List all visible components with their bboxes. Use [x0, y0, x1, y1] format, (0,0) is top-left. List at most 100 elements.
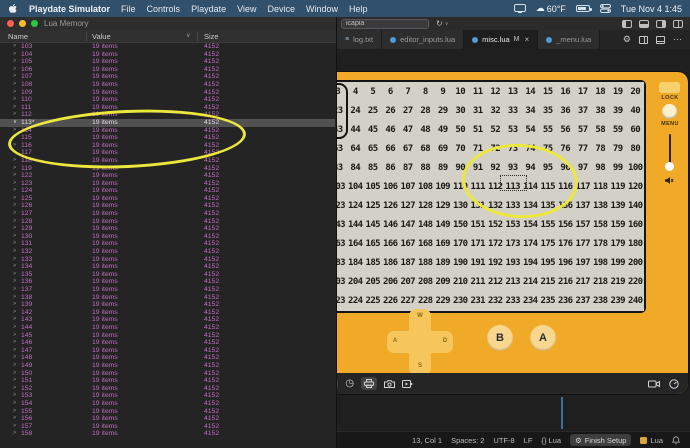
chevron-right-icon[interactable]: > [13, 81, 18, 89]
lock-button[interactable] [659, 82, 680, 93]
tab-editor_inputs.lua[interactable]: editor_inputs.lua [382, 30, 464, 49]
table-row[interactable]: >15619 items4152 [0, 415, 335, 423]
table-header[interactable]: Name Value ∨ Size [0, 30, 336, 43]
column-divider[interactable] [86, 32, 87, 41]
chevron-right-icon[interactable]: > [13, 400, 18, 408]
table-row[interactable]: >11919 items4152 [0, 165, 335, 173]
table-row[interactable]: >11419 items4152 [0, 127, 335, 135]
chevron-right-icon[interactable]: > [13, 43, 18, 51]
column-divider[interactable] [197, 32, 198, 41]
chevron-right-icon[interactable]: > [13, 332, 18, 340]
chevron-right-icon[interactable]: > [13, 157, 18, 165]
chevron-right-icon[interactable]: > [13, 377, 18, 385]
column-name[interactable]: Name [8, 32, 28, 41]
chevron-right-icon[interactable]: > [13, 210, 18, 218]
performance-gauge-icon[interactable] [669, 379, 679, 389]
table-row[interactable]: >11619 items4152 [0, 142, 335, 150]
a-button[interactable]: A [530, 325, 556, 351]
chevron-right-icon[interactable]: > [13, 385, 18, 393]
zoom-window-button[interactable] [31, 20, 38, 27]
stopwatch-icon[interactable]: ◷ [345, 379, 354, 389]
table-row[interactable]: ∨113*19 items4152 [0, 119, 335, 127]
menu-button[interactable] [662, 104, 677, 119]
table-row[interactable]: >15819 items4152 [0, 430, 335, 438]
chevron-down-icon[interactable]: ∨ [13, 119, 18, 127]
table-row[interactable]: >15419 items4152 [0, 400, 335, 408]
chevron-right-icon[interactable]: > [13, 354, 18, 362]
chevron-right-icon[interactable]: > [13, 233, 18, 241]
chevron-right-icon[interactable]: > [13, 423, 18, 431]
table-row[interactable]: >11719 items4152 [0, 149, 335, 157]
table-row[interactable]: >13019 items4152 [0, 233, 335, 241]
table-row[interactable]: >12219 items4152 [0, 172, 335, 180]
table-row[interactable]: >13719 items4152 [0, 286, 335, 294]
chevron-right-icon[interactable]: > [13, 172, 18, 180]
chevron-right-icon[interactable]: > [13, 73, 18, 81]
table-row[interactable]: >12519 items4152 [0, 195, 335, 203]
more-actions-icon[interactable]: ⋯ [673, 34, 682, 45]
table-row[interactable]: >12319 items4152 [0, 180, 335, 188]
camera-icon[interactable] [384, 380, 395, 388]
split-editor-icon[interactable] [639, 36, 648, 44]
table-row[interactable]: >10419 items4152 [0, 51, 335, 59]
status-item--lua[interactable]: {} Lua [541, 436, 561, 445]
table-row[interactable]: >15019 items4152 [0, 370, 335, 378]
menu-item-window[interactable]: Window [306, 4, 338, 14]
chevron-right-icon[interactable]: > [13, 165, 18, 173]
toggle-secondary-sidebar-icon[interactable] [656, 20, 666, 28]
table-row[interactable]: >10519 items4152 [0, 58, 335, 66]
chevron-right-icon[interactable]: > [13, 316, 18, 324]
table-row[interactable]: >15219 items4152 [0, 385, 335, 393]
gear-icon[interactable]: ⚙ [623, 34, 631, 45]
status-item-spaces-2[interactable]: Spaces: 2 [451, 436, 484, 445]
table-row[interactable]: >10719 items4152 [0, 73, 335, 81]
tab-_menu.lua[interactable]: _menu.lua [538, 30, 600, 49]
table-row[interactable]: >13319 items4152 [0, 256, 335, 264]
chevron-right-icon[interactable]: > [13, 142, 18, 150]
command-center[interactable]: icapia [341, 19, 429, 29]
status-item-utf-8[interactable]: UTF-8 [493, 436, 514, 445]
table-row[interactable]: >15319 items4152 [0, 392, 335, 400]
table-row[interactable]: >14219 items4152 [0, 309, 335, 317]
table-row[interactable]: >11119 items4152 [0, 104, 335, 112]
table-row[interactable]: >13919 items4152 [0, 301, 335, 309]
chevron-right-icon[interactable]: > [13, 202, 18, 210]
chevron-right-icon[interactable]: > [13, 324, 18, 332]
display-mirroring-icon[interactable] [514, 4, 526, 13]
video-camera-icon[interactable] [648, 380, 660, 388]
chevron-right-icon[interactable]: > [13, 347, 18, 355]
status-item-finish-setup[interactable]: ⚙Finish Setup [570, 434, 631, 446]
table-row[interactable]: >15519 items4152 [0, 408, 335, 416]
table-row[interactable]: >10919 items4152 [0, 89, 335, 97]
table-row[interactable]: >11819 items4152 [0, 157, 335, 165]
status-item-13-col-1[interactable]: 13, Col 1 [412, 436, 442, 445]
weather-item[interactable]: ☁ 60°F [536, 3, 566, 14]
chevron-right-icon[interactable]: > [13, 58, 18, 66]
chevron-right-icon[interactable]: > [13, 225, 18, 233]
close-window-button[interactable] [7, 20, 14, 27]
menu-clock[interactable]: Tue Nov 4 1:45 [621, 4, 682, 14]
printer-icon[interactable] [361, 377, 377, 390]
minimize-window-button[interactable] [19, 20, 26, 27]
panel-sash[interactable] [561, 397, 563, 429]
column-value[interactable]: Value [92, 32, 111, 41]
chevron-right-icon[interactable]: > [13, 301, 18, 309]
lua-memory-title-bar[interactable]: Lua Memory [0, 17, 336, 30]
chevron-right-icon[interactable]: > [13, 263, 18, 271]
status-item-lua[interactable]: Lua [640, 436, 663, 445]
table-row[interactable]: >13519 items4152 [0, 271, 335, 279]
menu-item-help[interactable]: Help [349, 4, 368, 14]
toggle-panel-icon[interactable] [639, 20, 649, 28]
table-row[interactable]: >15719 items4152 [0, 423, 335, 431]
control-center-icon[interactable] [600, 4, 611, 13]
chevron-right-icon[interactable]: > [13, 187, 18, 195]
chevron-right-icon[interactable]: > [13, 111, 18, 119]
toggle-sidebar-icon[interactable] [622, 20, 632, 28]
table-row[interactable]: >14319 items4152 [0, 316, 335, 324]
chevron-right-icon[interactable]: > [13, 104, 18, 112]
table-row[interactable]: >12819 items4152 [0, 218, 335, 226]
chevron-right-icon[interactable]: > [13, 149, 18, 157]
b-button[interactable]: B [487, 325, 513, 351]
table-row[interactable]: >10319 items4152 [0, 43, 335, 51]
chevron-right-icon[interactable]: > [13, 96, 18, 104]
